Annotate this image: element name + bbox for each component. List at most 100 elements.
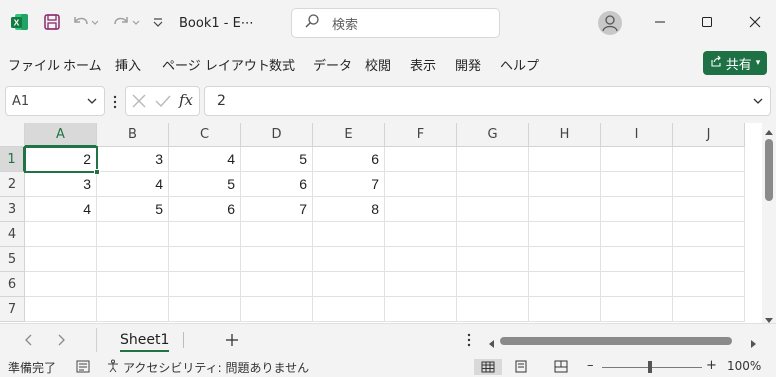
cell-c5[interactable] (169, 247, 241, 272)
vertical-scroll-thumb[interactable] (765, 139, 773, 201)
row-header-4[interactable]: 4 (0, 222, 25, 247)
cell-i6[interactable] (601, 272, 673, 297)
cell-i3[interactable] (601, 197, 673, 222)
more-options-icon[interactable] (113, 94, 117, 110)
fill-handle[interactable] (94, 169, 100, 175)
cell-e2[interactable]: 7 (313, 172, 385, 197)
cell-a7[interactable] (25, 297, 97, 322)
cell-f5[interactable] (385, 247, 457, 272)
cell-c7[interactable] (169, 297, 241, 322)
cell-d1[interactable]: 5 (241, 147, 313, 172)
horizontal-scroll-thumb[interactable] (500, 337, 732, 345)
cell-g6[interactable] (457, 272, 529, 297)
redo-icon[interactable] (110, 12, 140, 32)
cell-j1[interactable] (673, 147, 745, 172)
tab-developer[interactable]: 開発 (455, 55, 481, 74)
cell-g2[interactable] (457, 172, 529, 197)
user-icon[interactable] (598, 11, 622, 35)
cell-g3[interactable] (457, 197, 529, 222)
column-header-i[interactable]: I (601, 123, 673, 147)
name-box[interactable]: A1 (5, 86, 105, 116)
cell-e5[interactable] (313, 247, 385, 272)
cell-f2[interactable] (385, 172, 457, 197)
cell-d3[interactable]: 7 (241, 197, 313, 222)
column-header-j[interactable]: J (673, 123, 745, 147)
cell-b1[interactable]: 3 (97, 147, 169, 172)
zoom-out-button[interactable]: – (587, 358, 594, 373)
cell-g4[interactable] (457, 222, 529, 247)
cell-g1[interactable] (457, 147, 529, 172)
zoom-in-button[interactable]: + (706, 358, 717, 373)
cell-h3[interactable] (529, 197, 601, 222)
cell-b3[interactable]: 5 (97, 197, 169, 222)
add-sheet-icon[interactable] (224, 332, 240, 348)
cell-j4[interactable] (673, 222, 745, 247)
enter-icon[interactable] (154, 93, 172, 113)
minimize-icon[interactable] (650, 12, 670, 32)
customize-qat-icon[interactable] (148, 12, 168, 32)
cell-c6[interactable] (169, 272, 241, 297)
tab-review[interactable]: 校閲 (365, 55, 391, 74)
cell-f4[interactable] (385, 222, 457, 247)
row-header-5[interactable]: 5 (0, 247, 25, 272)
cell-h6[interactable] (529, 272, 601, 297)
tab-help[interactable]: ヘルプ (500, 55, 539, 74)
cell-i2[interactable] (601, 172, 673, 197)
column-header-b[interactable]: B (97, 123, 169, 147)
cell-j5[interactable] (673, 247, 745, 272)
undo-icon[interactable] (70, 12, 98, 32)
cell-j7[interactable] (673, 297, 745, 322)
column-header-c[interactable]: C (169, 123, 241, 147)
search-box[interactable]: 検索 (291, 8, 500, 38)
save-icon[interactable] (42, 12, 62, 32)
tab-data[interactable]: データ (313, 55, 352, 74)
row-header-3[interactable]: 3 (0, 197, 25, 222)
cell-f1[interactable] (385, 147, 457, 172)
cell-e1[interactable]: 6 (313, 147, 385, 172)
accessibility-status[interactable]: アクセシビリティ: 問題ありません (106, 359, 309, 376)
normal-view-icon[interactable] (474, 359, 502, 375)
page-break-icon[interactable] (554, 360, 568, 373)
sheet-tab-sheet1[interactable]: Sheet1 (114, 328, 175, 352)
fx-icon[interactable]: fx (179, 91, 193, 109)
cell-i1[interactable] (601, 147, 673, 172)
close-icon[interactable] (745, 12, 765, 32)
cell-b6[interactable] (97, 272, 169, 297)
workbook-stats-icon[interactable] (76, 360, 90, 373)
chevron-down-icon[interactable] (86, 95, 98, 111)
cell-c3[interactable]: 6 (169, 197, 241, 222)
tab-page-layout[interactable]: ページ レイアウト (162, 55, 270, 74)
cell-d4[interactable] (241, 222, 313, 247)
tab-home[interactable]: ホーム (63, 55, 102, 74)
horizontal-scrollbar[interactable] (486, 334, 762, 348)
cell-h1[interactable] (529, 147, 601, 172)
zoom-slider-thumb[interactable] (648, 361, 652, 373)
cell-a6[interactable] (25, 272, 97, 297)
row-header-2[interactable]: 2 (0, 172, 25, 197)
cell-j3[interactable] (673, 197, 745, 222)
cell-c4[interactable] (169, 222, 241, 247)
cell-i7[interactable] (601, 297, 673, 322)
scroll-left-icon[interactable] (488, 337, 496, 352)
cancel-icon[interactable] (131, 93, 147, 113)
cell-a3[interactable]: 4 (25, 197, 97, 222)
share-button[interactable]: 共有 ▾ (703, 51, 767, 75)
tab-file[interactable]: ファイル (8, 55, 60, 74)
cell-e7[interactable] (313, 297, 385, 322)
cell-j2[interactable] (673, 172, 745, 197)
cell-h4[interactable] (529, 222, 601, 247)
select-all-corner[interactable] (0, 123, 25, 147)
cell-d6[interactable] (241, 272, 313, 297)
previous-sheet-icon[interactable] (21, 332, 37, 348)
tab-insert[interactable]: 挿入 (115, 55, 141, 74)
cell-a2[interactable]: 3 (25, 172, 97, 197)
column-header-h[interactable]: H (529, 123, 601, 147)
tab-view[interactable]: 表示 (410, 55, 436, 74)
more-options-icon[interactable] (461, 332, 477, 348)
cell-a4[interactable] (25, 222, 97, 247)
cell-d5[interactable] (241, 247, 313, 272)
cell-e3[interactable]: 8 (313, 197, 385, 222)
cell-e6[interactable] (313, 272, 385, 297)
cell-f3[interactable] (385, 197, 457, 222)
column-header-a[interactable]: A (25, 123, 97, 147)
